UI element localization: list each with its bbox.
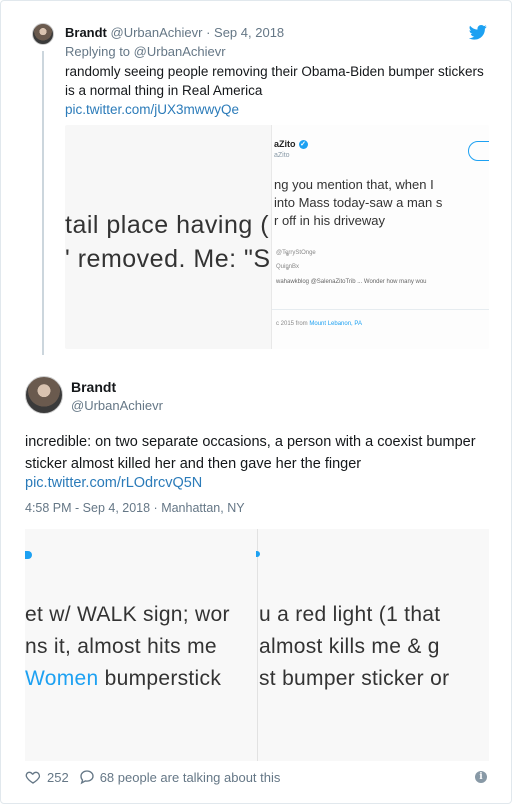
main-media-right-line: almost kills me & g	[259, 635, 440, 658]
speech-bubble-icon[interactable]	[79, 769, 95, 785]
reply-header: Brandt @UrbanAchievr · Sep 4, 2018	[65, 25, 284, 40]
screenshot-author-handle: aZito	[274, 152, 290, 159]
reply-date[interactable]: Sep 4, 2018	[214, 25, 284, 40]
main-tweet-timestamp[interactable]: 4:58 PM - Sep 4, 2018 · Manhattan, NY	[25, 501, 245, 515]
verified-icon: ✓	[298, 140, 308, 150]
screenshot-text-line: ng you mention that, when I	[274, 177, 434, 192]
main-media-left-line: et w/ WALK sign; wor	[25, 603, 230, 626]
screenshot-divider	[272, 309, 489, 310]
screenshot-small-line: QuinnBx	[276, 264, 300, 270]
reply-author-name[interactable]: Brandt	[65, 25, 107, 40]
main-media-divider	[257, 529, 258, 761]
like-count[interactable]: 252	[47, 770, 69, 785]
main-media-right-line: st bumper sticker or	[259, 667, 450, 690]
reply-author-handle[interactable]: @UrbanAchievr	[111, 25, 203, 40]
reply-media-left-panel: tail place having ( ' removed. Me: "S(	[65, 125, 279, 349]
screenshot-footer-prefix: c 2015 from	[276, 321, 310, 327]
main-media-left-line: ns it, almost hits me	[25, 635, 217, 658]
reply-avatar[interactable]	[32, 23, 54, 45]
main-media-link[interactable]: pic.twitter.com/rLOdrcvQ5N	[25, 475, 202, 491]
reply-media-image[interactable]: tail place having ( ' removed. Me: "S( a…	[65, 125, 489, 349]
screenshot-text-line: into Mass today-saw a man s	[274, 195, 443, 210]
reply-media-link[interactable]: pic.twitter.com/jUX3mwwyQe	[65, 102, 239, 117]
twitter-bird-icon[interactable]	[469, 23, 487, 41]
tweet-footer: 252 68 people are talking about this	[25, 767, 280, 787]
main-media-image[interactable]: et w/ WALK sign; wor ns it, almost hits …	[25, 529, 489, 761]
screenshot-follow-button	[468, 141, 489, 161]
main-tweet-text: incredible: on two separate occasions, a…	[25, 434, 476, 472]
screenshot-author-name-text: aZito	[274, 139, 296, 149]
screenshot-author-name: aZito ✓	[274, 139, 308, 150]
info-icon[interactable]: i	[475, 771, 487, 783]
screenshot-footer-location: Mount Lebanon, PA	[309, 321, 362, 327]
conversation-link[interactable]: 68 people are talking about this	[100, 770, 281, 785]
main-media-right-line: u a red light (1 that	[259, 603, 441, 626]
reply-media-left-line: ' removed. Me: "S(	[65, 245, 280, 273]
reply-tweet-text: randomly seeing people removing their Ob…	[65, 64, 484, 98]
screenshot-small-line: @TerryStOnge	[276, 250, 316, 256]
reply-media-left-line: tail place having (	[65, 211, 270, 239]
main-media-avatar-edge	[25, 551, 32, 559]
main-media-avatar-edge	[256, 551, 260, 557]
screenshot-small-line: wahawkblog @SalenaZitoTrib ... Wonder ho…	[276, 279, 427, 285]
main-author-handle[interactable]: @UrbanAchievr	[71, 398, 163, 413]
main-media-left-line: Women bumperstick	[25, 667, 221, 691]
screenshot-footer: c 2015 from Mount Lebanon, PA	[276, 321, 362, 327]
main-media-left-line-rest: bumperstick	[98, 667, 222, 690]
reply-separator: ·	[202, 25, 215, 40]
screenshot-text-line: r off in his driveway	[274, 213, 386, 228]
main-media-left-line-link: Women	[25, 667, 99, 690]
embedded-tweet-card: Brandt @UrbanAchievr · Sep 4, 2018 Reply…	[0, 0, 512, 804]
replying-to[interactable]: Replying to @UrbanAchievr	[65, 44, 226, 59]
heart-icon[interactable]	[25, 769, 41, 785]
thread-line	[42, 51, 44, 355]
main-author-name[interactable]: Brandt	[71, 379, 116, 395]
reply-media-right-panel: aZito ✓ aZito ng you mention that, when I…	[271, 125, 489, 349]
main-avatar[interactable]	[25, 376, 63, 414]
